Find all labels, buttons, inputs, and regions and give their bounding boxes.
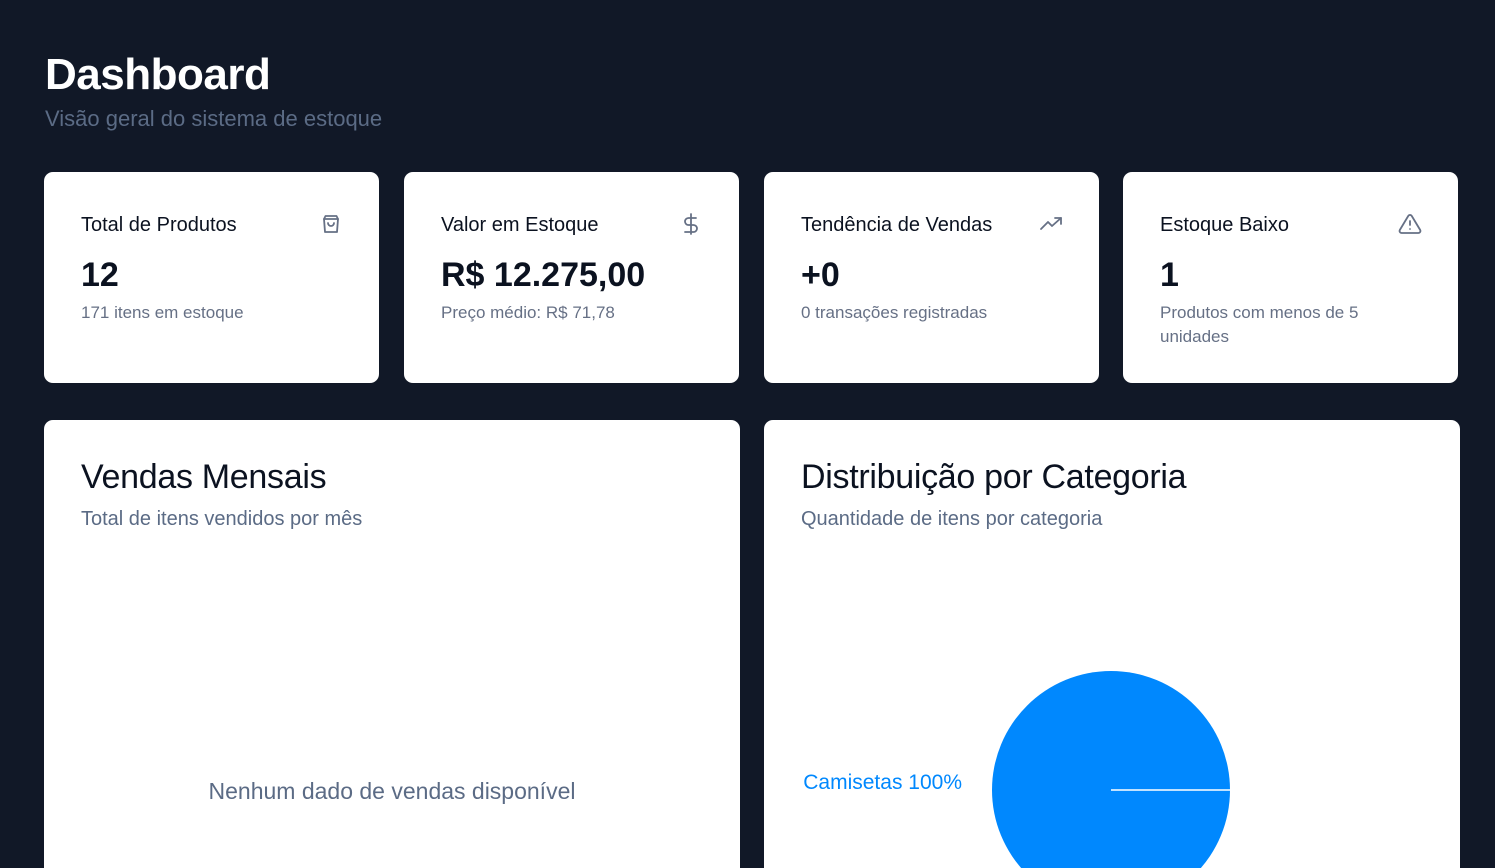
card-subtitle: Total de itens vendidos por mês [81, 508, 363, 530]
card-subtitle: Quantidade de itens por categoria [801, 508, 1103, 530]
stat-value: 12 [81, 256, 119, 294]
stat-title: Valor em Estoque [441, 214, 599, 236]
stat-card-low-stock: Estoque Baixo 1 Produtos com menos de 5 … [1123, 172, 1458, 383]
stat-value: R$ 12.275,00 [441, 256, 646, 294]
stat-card-total-products: Total de Produtos 12 171 itens em estoqu… [44, 172, 379, 383]
card-title: Distribuição por Categoria [801, 458, 1187, 496]
alert-triangle-icon [1398, 214, 1422, 234]
pie-slice-0[interactable] [992, 671, 1230, 868]
stat-description: 171 itens em estoque [81, 303, 244, 322]
page-title: Dashboard [45, 50, 271, 99]
stat-value: 1 [1160, 256, 1179, 294]
category-distribution-card: Camisetas 100% Distribuição por Categori… [764, 420, 1460, 868]
stat-title: Tendência de Vendas [801, 214, 993, 236]
stat-card-stock-value: Valor em Estoque R$ 12.275,00 Preço médi… [404, 172, 739, 383]
page-subtitle: Visão geral do sistema de estoque [45, 106, 383, 131]
card-title: Vendas Mensais [81, 458, 327, 496]
pie-slice-label: Camisetas 100% [803, 771, 962, 794]
stat-description: Preço médio: R$ 71,78 [441, 303, 615, 322]
stat-title: Total de Produtos [81, 214, 237, 236]
monthly-sales-card: Vendas Mensais Total de itens vendidos p… [44, 420, 740, 868]
stat-title: Estoque Baixo [1160, 214, 1289, 236]
stat-description: Produtos com menos de 5 unidades [1160, 303, 1359, 346]
stat-card-sales-trend: Tendência de Vendas +0 0 transações regi… [764, 172, 1099, 383]
stat-value: +0 [801, 256, 840, 294]
empty-state-message: Nenhum dado de vendas disponível [208, 778, 576, 804]
trending-up-icon [1040, 217, 1062, 230]
stat-description: 0 transações registradas [801, 303, 988, 322]
dashboard-page: Dashboard Visão geral do sistema de esto… [0, 0, 1495, 868]
shopping-bag-icon [323, 215, 339, 233]
dollar-icon [684, 213, 698, 235]
